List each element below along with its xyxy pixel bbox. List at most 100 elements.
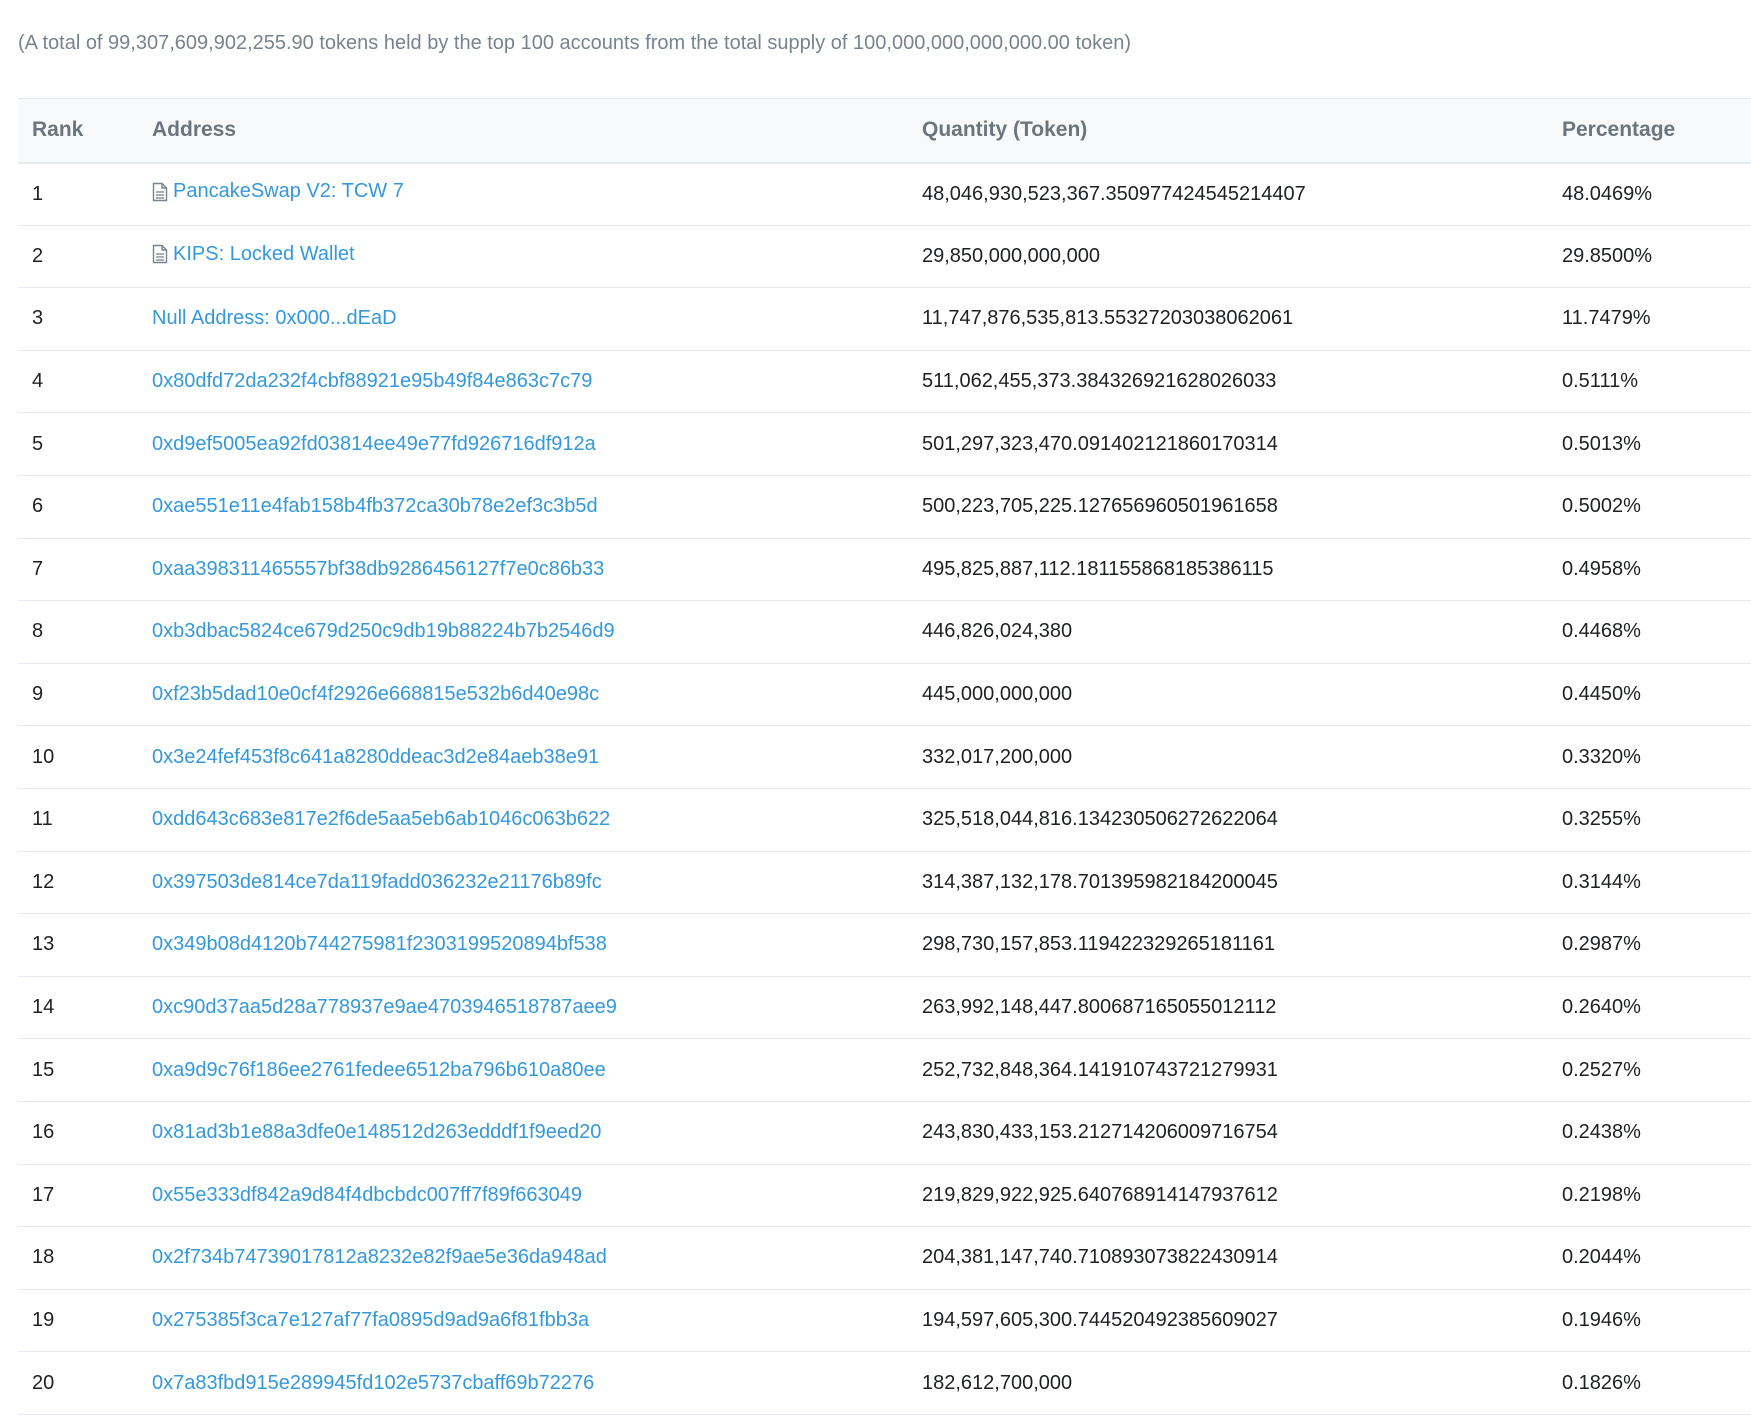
address-cell: 0x7a83fbd915e289945fd102e5737cbaff69b722… xyxy=(138,1351,908,1415)
table-row: 5 0xd9ef5005ea92fd03814ee49e77fd926716df… xyxy=(18,412,1751,476)
rank-cell: 17 xyxy=(18,1164,138,1228)
address-text: Null Address: 0x000...dEaD xyxy=(152,307,397,330)
table-body: 1 PancakeSwap V2: TCW 7 48,046,930,523,3… xyxy=(18,162,1751,1415)
rank-cell: 19 xyxy=(18,1289,138,1353)
address-link[interactable]: Null Address: 0x000...dEaD xyxy=(152,307,397,330)
percentage-cell: 0.4468% xyxy=(1548,600,1751,664)
address-link[interactable]: 0xc90d37aa5d28a778937e9ae4703946518787ae… xyxy=(152,996,617,1019)
quantity-value: 332,017,200,000 xyxy=(922,745,1073,768)
address-text: 0xf23b5dad10e0cf4f2926e668815e532b6d40e9… xyxy=(152,683,600,706)
percentage-cell: 0.4450% xyxy=(1548,663,1751,727)
rank-cell: 8 xyxy=(18,600,138,664)
column-header-address: Address xyxy=(138,98,908,164)
rank-value: 14 xyxy=(32,996,55,1019)
percentage-value: 0.4958% xyxy=(1562,557,1641,580)
address-text: 0xaa398311465557bf38db9286456127f7e0c86b… xyxy=(152,557,605,580)
address-cell: 0xb3dbac5824ce679d250c9db19b88224b7b2546… xyxy=(138,600,908,664)
rank-value: 12 xyxy=(32,870,55,893)
address-link[interactable]: 0xaa398311465557bf38db9286456127f7e0c86b… xyxy=(152,558,604,581)
quantity-cell: 332,017,200,000 xyxy=(908,725,1548,789)
rank-value: 8 xyxy=(32,620,44,643)
table-row: 15 0xa9d9c76f186ee2761fedee6512ba796b610… xyxy=(18,1038,1751,1102)
quantity-cell: 263,992,148,447.800687165055012112 xyxy=(908,976,1548,1040)
quantity-cell: 11,747,876,535,813.55327203038062061 xyxy=(908,287,1548,351)
percentage-cell: 0.3320% xyxy=(1548,725,1751,789)
address-text: PancakeSwap V2: TCW 7 xyxy=(173,180,404,203)
address-link[interactable]: 0x80dfd72da232f4cbf88921e95b49f84e863c7c… xyxy=(152,370,592,393)
address-link[interactable]: 0xb3dbac5824ce679d250c9db19b88224b7b2546… xyxy=(152,620,615,643)
address-text: 0x349b08d4120b744275981f2303199520894bf5… xyxy=(152,933,607,956)
rank-cell: 16 xyxy=(18,1101,138,1165)
table-row: 11 0xdd643c683e817e2f6de5aa5eb6ab1046c06… xyxy=(18,788,1751,852)
address-text: 0xae551e11e4fab158b4fb372ca30b78e2ef3c3b… xyxy=(152,495,598,518)
address-text: 0xd9ef5005ea92fd03814ee49e77fd926716df91… xyxy=(152,432,596,455)
column-header-quantity: Quantity (Token) xyxy=(908,98,1548,164)
quantity-value: 182,612,700,000 xyxy=(922,1371,1073,1394)
address-cell: 0xae551e11e4fab158b4fb372ca30b78e2ef3c3b… xyxy=(138,475,908,539)
quantity-value: 263,992,148,447.800687165055012112 xyxy=(922,996,1277,1019)
address-link[interactable]: 0x349b08d4120b744275981f2303199520894bf5… xyxy=(152,933,607,956)
percentage-value: 0.3320% xyxy=(1562,745,1641,768)
address-link[interactable]: 0xae551e11e4fab158b4fb372ca30b78e2ef3c3b… xyxy=(152,495,598,518)
percentage-cell: 0.5111% xyxy=(1548,350,1751,414)
quantity-value: 11,747,876,535,813.55327203038062061 xyxy=(922,307,1294,330)
percentage-value: 0.4450% xyxy=(1562,683,1641,706)
address-cell: 0x2f734b74739017812a8232e82f9ae5e36da948… xyxy=(138,1226,908,1290)
table-row: 1 PancakeSwap V2: TCW 7 48,046,930,523,3… xyxy=(18,162,1751,226)
percentage-cell: 0.5002% xyxy=(1548,475,1751,539)
address-link[interactable]: 0xdd643c683e817e2f6de5aa5eb6ab1046c063b6… xyxy=(152,808,610,831)
address-cell: 0xa9d9c76f186ee2761fedee6512ba796b610a80… xyxy=(138,1038,908,1102)
percentage-value: 0.2527% xyxy=(1562,1058,1641,1081)
percentage-cell: 0.2987% xyxy=(1548,913,1751,977)
rank-value: 6 xyxy=(32,495,44,518)
address-link[interactable]: 0x2f734b74739017812a8232e82f9ae5e36da948… xyxy=(152,1246,607,1269)
percentage-value: 0.3144% xyxy=(1562,870,1641,893)
address-link[interactable]: 0xd9ef5005ea92fd03814ee49e77fd926716df91… xyxy=(152,433,596,456)
address-text: 0xc90d37aa5d28a778937e9ae4703946518787ae… xyxy=(152,996,617,1019)
address-cell: 0xf23b5dad10e0cf4f2926e668815e532b6d40e9… xyxy=(138,663,908,727)
table-row: 10 0x3e24fef453f8c641a8280ddeac3d2e84aeb… xyxy=(18,725,1751,789)
table-row: 20 0x7a83fbd915e289945fd102e5737cbaff69b… xyxy=(18,1351,1751,1415)
address-link[interactable]: PancakeSwap V2: TCW 7 xyxy=(152,180,404,203)
quantity-cell: 511,062,455,373.384326921628026033 xyxy=(908,350,1548,414)
rank-value: 11 xyxy=(32,808,53,831)
rank-value: 9 xyxy=(32,683,44,706)
rank-value: 18 xyxy=(32,1246,55,1269)
address-link[interactable]: 0x275385f3ca7e127af77fa0895d9ad9a6f81fbb… xyxy=(152,1309,589,1332)
quantity-value: 298,730,157,853.119422329265181161 xyxy=(922,933,1275,956)
rank-cell: 13 xyxy=(18,913,138,977)
percentage-cell: 0.1946% xyxy=(1548,1289,1751,1353)
address-link[interactable]: 0x7a83fbd915e289945fd102e5737cbaff69b722… xyxy=(152,1372,594,1395)
percentage-cell: 0.3144% xyxy=(1548,851,1751,915)
rank-value: 17 xyxy=(32,1183,55,1206)
quantity-cell: 252,732,848,364.141910743721279931 xyxy=(908,1038,1548,1102)
quantity-cell: 446,826,024,380 xyxy=(908,600,1548,664)
quantity-value: 194,597,605,300.744520492385609027 xyxy=(922,1308,1278,1331)
address-link[interactable]: 0xf23b5dad10e0cf4f2926e668815e532b6d40e9… xyxy=(152,683,599,706)
quantity-value: 314,387,132,178.701395982184200045 xyxy=(922,870,1278,893)
rank-cell: 7 xyxy=(18,538,138,602)
rank-cell: 18 xyxy=(18,1226,138,1290)
percentage-cell: 0.2527% xyxy=(1548,1038,1751,1102)
address-cell: 0xaa398311465557bf38db9286456127f7e0c86b… xyxy=(138,538,908,602)
table-row: 3 Null Address: 0x000...dEaD 11,747,876,… xyxy=(18,287,1751,351)
address-link[interactable]: 0x55e333df842a9d84f4dbcbdc007ff7f89f6630… xyxy=(152,1184,582,1207)
address-link[interactable]: KIPS: Locked Wallet xyxy=(152,243,355,266)
quantity-cell: 194,597,605,300.744520492385609027 xyxy=(908,1289,1548,1353)
table-row: 17 0x55e333df842a9d84f4dbcbdc007ff7f89f6… xyxy=(18,1164,1751,1228)
quantity-value: 325,518,044,816.134230506272622064 xyxy=(922,808,1278,831)
document-icon xyxy=(152,182,168,201)
percentage-value: 0.3255% xyxy=(1562,808,1641,831)
quantity-cell: 204,381,147,740.710893073822430914 xyxy=(908,1226,1548,1290)
quantity-value: 252,732,848,364.141910743721279931 xyxy=(922,1058,1278,1081)
address-link[interactable]: 0x3e24fef453f8c641a8280ddeac3d2e84aeb38e… xyxy=(152,746,599,769)
address-text: 0x80dfd72da232f4cbf88921e95b49f84e863c7c… xyxy=(152,370,593,393)
rank-cell: 10 xyxy=(18,725,138,789)
address-cell: 0x80dfd72da232f4cbf88921e95b49f84e863c7c… xyxy=(138,350,908,414)
rank-cell: 2 xyxy=(18,225,138,289)
percentage-value: 0.1826% xyxy=(1562,1371,1641,1394)
address-link[interactable]: 0x81ad3b1e88a3dfe0e148512d263edddf1f9eed… xyxy=(152,1121,601,1144)
address-link[interactable]: 0xa9d9c76f186ee2761fedee6512ba796b610a80… xyxy=(152,1059,606,1082)
quantity-value: 48,046,930,523,367.350977424545214407 xyxy=(922,182,1306,205)
address-link[interactable]: 0x397503de814ce7da119fadd036232e21176b89… xyxy=(152,871,602,894)
